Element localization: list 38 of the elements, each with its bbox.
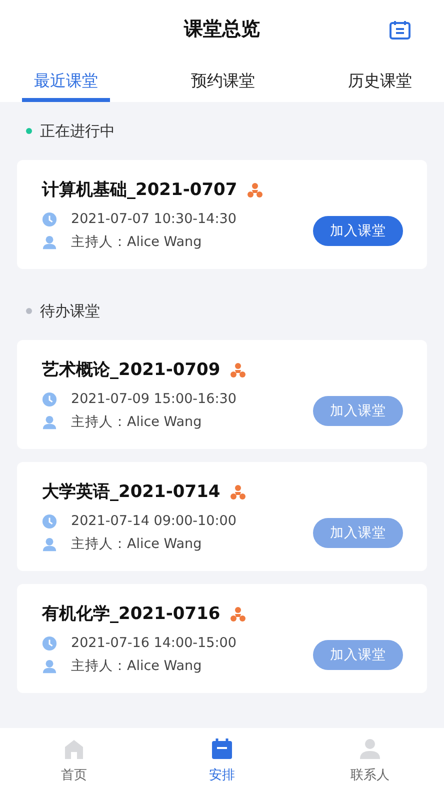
tab[interactable]: 历史课堂 (336, 58, 424, 102)
person-icon (42, 234, 57, 250)
clock-icon (42, 212, 57, 226)
group-icon (230, 484, 246, 500)
clock-icon (42, 514, 57, 528)
class-title: 计算机基础_2021-0707 (42, 179, 238, 201)
clock-icon (42, 392, 57, 406)
person-icon (42, 414, 57, 430)
person-icon (42, 658, 57, 674)
class-host: 主持人：Alice Wang (71, 535, 202, 553)
calendar-icon[interactable] (389, 20, 411, 40)
nav-item[interactable]: 安排 (177, 737, 267, 785)
group-icon (230, 362, 246, 378)
class-host: 主持人：Alice Wang (71, 233, 202, 251)
class-time: 2021-07-16 14:00-15:00 (71, 635, 236, 651)
person-icon (42, 536, 57, 552)
tab[interactable]: 最近课堂 (22, 58, 110, 102)
person-icon (359, 738, 381, 760)
nav-item[interactable]: 联系人 (325, 737, 415, 785)
class-host: 主持人：Alice Wang (71, 657, 202, 675)
clock-icon (42, 636, 57, 650)
class-title: 有机化学_2021-0716 (42, 603, 220, 625)
group-icon (230, 606, 246, 622)
calendar-icon (211, 738, 233, 760)
section-label: 待办课堂 (40, 302, 100, 320)
group-icon (247, 182, 264, 198)
tab[interactable]: 预约课堂 (179, 58, 267, 102)
class-time: 2021-07-07 10:30-14:30 (71, 211, 236, 227)
page-title: 课堂总览 (184, 17, 260, 42)
class-time: 2021-07-14 09:00-10:00 (71, 513, 236, 529)
join-button[interactable]: 加入课堂 (313, 216, 403, 246)
class-title: 艺术概论_2021-0709 (42, 359, 220, 381)
class-title: 大学英语_2021-0714 (42, 481, 220, 503)
class-host: 主持人：Alice Wang (71, 413, 202, 431)
home-icon (63, 738, 85, 760)
class-time: 2021-07-09 15:00-16:30 (71, 391, 236, 407)
nav-item[interactable]: 首页 (29, 737, 119, 785)
section-label: 正在进行中 (40, 122, 115, 140)
